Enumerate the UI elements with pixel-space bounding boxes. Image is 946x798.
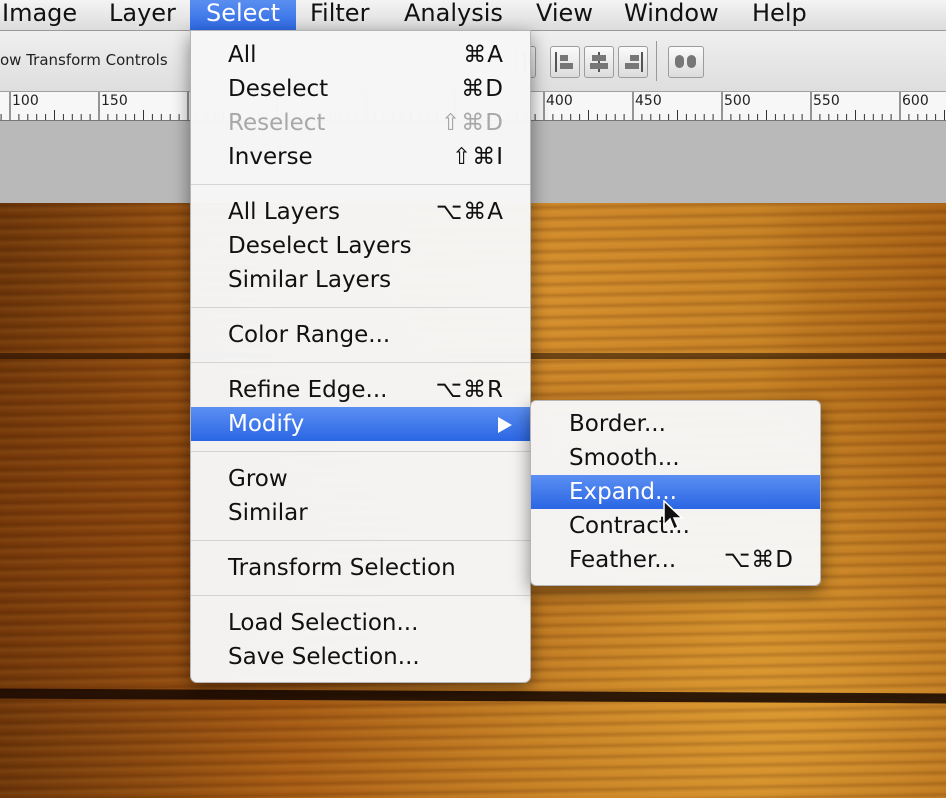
menu-item-all-layers[interactable]: All Layers ⌥⌘A — [191, 195, 530, 229]
menu-item-refine-edge[interactable]: Refine Edge... ⌥⌘R — [191, 373, 530, 407]
modify-submenu: Border... Smooth... Expand... Contract..… — [530, 400, 821, 586]
menu-item-shortcut: ⇧⌘D — [441, 110, 504, 136]
menu-item-label: Feather... — [569, 547, 677, 573]
menu-item-shortcut: ⌘A — [463, 42, 504, 68]
menu-item-similar-layers[interactable]: Similar Layers — [191, 263, 530, 297]
menu-item-shortcut: ⌘D — [461, 76, 504, 102]
menu-item-label: Refine Edge... — [228, 377, 388, 403]
ruler-label: 100 — [12, 93, 39, 109]
menu-item-label: Deselect — [228, 76, 329, 102]
menu-item-label: Save Selection... — [228, 644, 420, 670]
menu-item-label: Grow — [228, 466, 288, 492]
menu-item-reselect: Reselect ⇧⌘D — [191, 106, 530, 140]
ruler-label: 150 — [101, 93, 128, 109]
menu-item-deselect-layers[interactable]: Deselect Layers — [191, 229, 530, 263]
menu-item-transform-selection[interactable]: Transform Selection — [191, 551, 530, 585]
menu-separator — [191, 184, 530, 185]
ruler-label: 500 — [724, 93, 751, 109]
align-top-icon[interactable] — [550, 46, 580, 78]
menu-item-label: Transform Selection — [228, 555, 456, 581]
menu-item-label: Expand... — [569, 479, 677, 505]
menu-item-label: Similar — [228, 500, 308, 526]
ruler-label: 400 — [546, 93, 573, 109]
submenu-arrow-icon — [498, 417, 512, 433]
menu-separator — [191, 451, 530, 452]
menu-item-shortcut: ⌥⌘R — [435, 377, 504, 403]
wood-plank-seam — [0, 688, 946, 704]
menu-item-label: All Layers — [228, 199, 340, 225]
menu-image[interactable]: Image — [2, 0, 77, 30]
menu-item-save-selection[interactable]: Save Selection... — [191, 640, 530, 674]
menu-view[interactable]: View — [536, 0, 593, 30]
submenu-item-border[interactable]: Border... — [531, 407, 820, 441]
menu-separator — [191, 595, 530, 596]
ruler-label: 600 — [902, 93, 929, 109]
menu-item-color-range[interactable]: Color Range... — [191, 318, 530, 352]
menu-item-shortcut: ⌥⌘D — [723, 547, 794, 573]
align-center-icon[interactable] — [584, 46, 614, 78]
menu-analysis[interactable]: Analysis — [404, 0, 503, 30]
menu-item-label: Smooth... — [569, 445, 680, 471]
show-transform-controls-label[interactable]: ow Transform Controls — [0, 51, 168, 69]
menu-layer[interactable]: Layer — [109, 0, 176, 30]
auto-align-icon[interactable] — [668, 46, 704, 78]
menu-item-load-selection[interactable]: Load Selection... — [191, 606, 530, 640]
menu-item-modify[interactable]: Modify — [191, 407, 530, 441]
menu-item-inverse[interactable]: Inverse ⇧⌘I — [191, 140, 530, 174]
ruler-label: 450 — [635, 93, 662, 109]
align-right-icon[interactable] — [618, 46, 648, 78]
menu-select[interactable]: Select — [190, 0, 297, 30]
menu-item-deselect[interactable]: Deselect ⌘D — [191, 72, 530, 106]
menu-separator — [191, 540, 530, 541]
menu-item-label: Inverse — [228, 144, 313, 170]
menu-item-label: Color Range... — [228, 322, 391, 348]
toolbar-separator — [656, 41, 657, 81]
submenu-item-smooth[interactable]: Smooth... — [531, 441, 820, 475]
menu-item-all[interactable]: All ⌘A — [191, 38, 530, 72]
ruler-label: 550 — [813, 93, 840, 109]
menu-item-similar[interactable]: Similar — [191, 496, 530, 530]
menu-window[interactable]: Window — [624, 0, 719, 30]
menu-item-label: Similar Layers — [228, 267, 392, 293]
menu-item-shortcut: ⇧⌘I — [451, 144, 504, 170]
select-menu: All ⌘A Deselect ⌘D Reselect ⇧⌘D Inverse ⇧⌘I … — [190, 30, 531, 683]
menu-item-label: Reselect — [228, 110, 326, 136]
menu-item-label: Load Selection... — [228, 610, 419, 636]
menu-separator — [191, 362, 530, 363]
menu-bar: Image Layer Select Filter Analysis View … — [0, 0, 946, 31]
menu-item-label: Deselect Layers — [228, 233, 412, 259]
mouse-pointer-icon — [663, 500, 684, 531]
menu-separator — [191, 307, 530, 308]
menu-item-shortcut: ⌥⌘A — [435, 199, 504, 225]
submenu-item-feather[interactable]: Feather... ⌥⌘D — [531, 543, 820, 577]
menu-item-label: Border... — [569, 411, 666, 437]
menu-filter[interactable]: Filter — [310, 0, 369, 30]
menu-help[interactable]: Help — [752, 0, 807, 30]
menu-item-label: All — [228, 42, 257, 68]
menu-item-label: Modify — [228, 411, 305, 437]
menu-item-grow[interactable]: Grow — [191, 462, 530, 496]
